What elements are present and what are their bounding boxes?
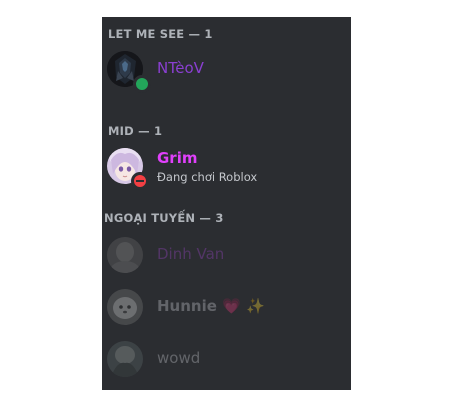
section-header-offline: NGOẠI TUYẾN — 3 [104, 211, 224, 225]
online-status-icon [133, 75, 151, 93]
member-dinh-van[interactable]: Dinh Van [102, 233, 351, 277]
avatar [107, 237, 143, 273]
member-nteov[interactable]: NTèoV [102, 47, 351, 93]
member-activity: Đang chơi Roblox [157, 170, 258, 184]
member-name: Dinh Van [157, 245, 225, 263]
member-grim[interactable]: Grim Đang chơi Roblox [102, 144, 351, 190]
member-name-text: Hunnie [157, 297, 217, 315]
do-not-disturb-status-icon [131, 172, 149, 190]
section-header-mid: MID — 1 [108, 124, 163, 138]
member-list: LET ME SEE — 1 NTèoV MID — 1 Grim Đang c… [102, 17, 351, 390]
member-name: Hunnie 💗 ✨ [157, 297, 265, 315]
member-name: NTèoV [157, 59, 204, 77]
avatar [107, 341, 143, 377]
avatar-image [107, 237, 143, 273]
avatar-image [107, 341, 143, 377]
member-name: wowd [157, 349, 201, 367]
member-wowd[interactable]: wowd [102, 337, 351, 381]
heart-sparkles-emoji-icon: 💗 ✨ [222, 297, 265, 315]
member-name: Grim [157, 149, 198, 167]
avatar [107, 289, 143, 325]
avatar-image [107, 289, 143, 325]
section-header-let-me-see: LET ME SEE — 1 [108, 27, 213, 41]
member-hunnie[interactable]: Hunnie 💗 ✨ [102, 285, 351, 329]
